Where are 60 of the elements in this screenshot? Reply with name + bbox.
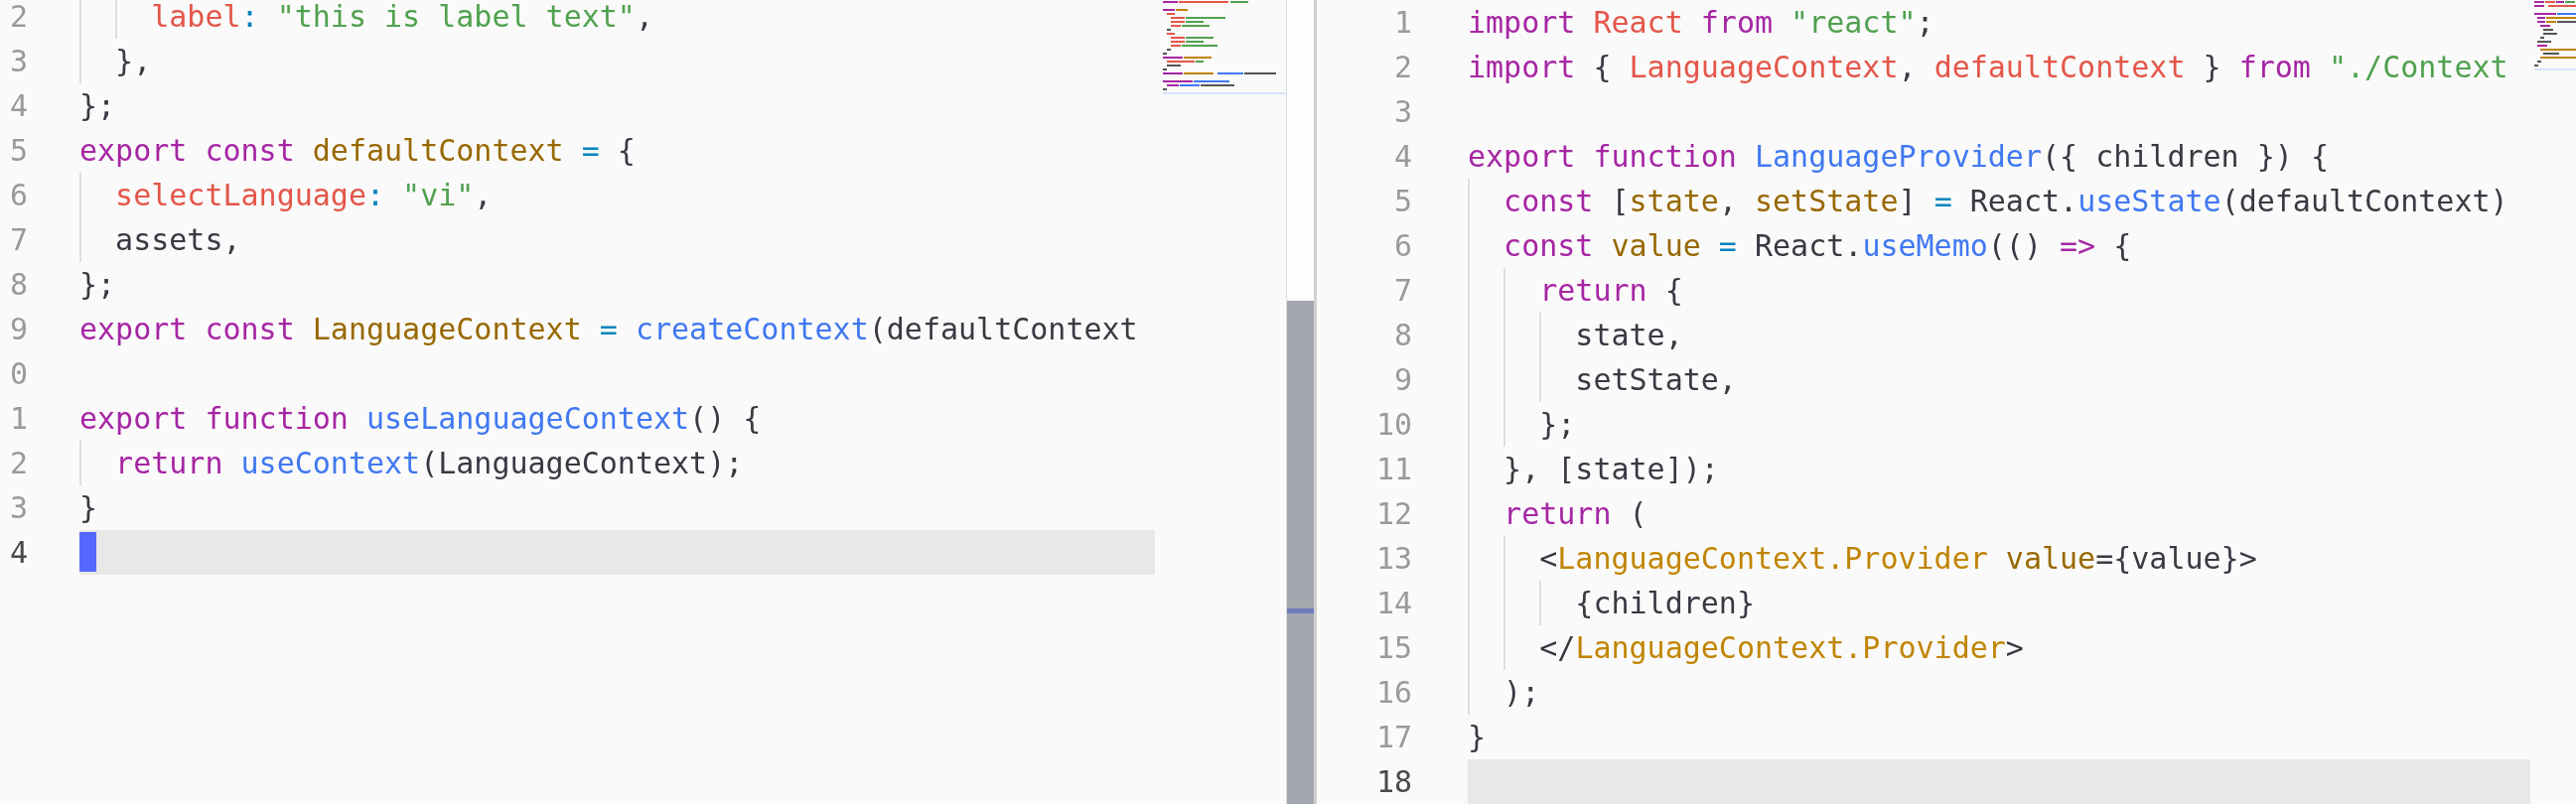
- line-number: 3: [9, 43, 28, 80]
- line-number: 2: [1393, 49, 1412, 86]
- code-line: selectLanguage: "vi",: [114, 177, 493, 214]
- line-number: 8: [1393, 317, 1412, 354]
- scrollbar-thumb[interactable]: [1287, 301, 1314, 804]
- code-line: );: [1503, 674, 1540, 712]
- code-line: assets,: [114, 221, 241, 259]
- line-number: 9: [1393, 361, 1412, 399]
- line-number: 7: [9, 221, 28, 259]
- code-line: import { LanguageContext, defaultContext } from "./Context: [1468, 49, 2508, 86]
- line-number: 5: [9, 132, 28, 170]
- code-line: export const LanguageContext = createContext(defaultContext: [79, 311, 1138, 348]
- code-line: state,: [1574, 317, 1683, 354]
- line-number: 3: [9, 489, 28, 527]
- line-number: 12: [1375, 495, 1412, 533]
- code-line: }: [1468, 719, 1487, 756]
- line-number: 2: [9, 0, 28, 36]
- code-line: };: [79, 87, 116, 125]
- line-number: 6: [9, 177, 28, 214]
- line-number: 5: [1393, 183, 1412, 220]
- line-number: 4: [1393, 138, 1412, 176]
- code-line: };: [1538, 406, 1576, 444]
- code-line: const value = React.useMemo(() => {: [1503, 227, 2132, 265]
- code-line: </LanguageContext.Provider>: [1538, 629, 2024, 667]
- line-number: 1: [1393, 4, 1412, 42]
- code-line: export function useLanguageContext() {: [79, 400, 762, 438]
- code-line: setState,: [1574, 361, 1737, 399]
- code-line: return (: [1503, 495, 1647, 533]
- code-line: export function LanguageProvider({ children }) {: [1468, 138, 2329, 176]
- line-number: 11: [1375, 451, 1412, 488]
- line-number: 15: [1375, 629, 1412, 667]
- code-line: import React from "react";: [1468, 4, 1934, 42]
- line-number: 1: [9, 400, 28, 438]
- line-number: 14: [1375, 585, 1412, 622]
- line-number: 2: [9, 445, 28, 482]
- code-line: <LanguageContext.Provider value={value}>: [1538, 540, 2257, 578]
- code-line: };: [79, 266, 116, 304]
- line-number: 17: [1375, 719, 1412, 756]
- code-line: }: [79, 489, 98, 527]
- line-number: 4: [9, 87, 28, 125]
- line-number: 3: [1393, 93, 1412, 131]
- code-line: },: [114, 43, 152, 80]
- code-line: {children}: [1574, 585, 1755, 622]
- code-line: return {: [1538, 272, 1683, 310]
- line-number: 16: [1375, 674, 1412, 712]
- line-number: 18: [1375, 763, 1412, 801]
- text-cursor: [79, 532, 96, 572]
- line-number: 0: [9, 355, 28, 393]
- line-number: 13: [1375, 540, 1412, 578]
- line-number: 6: [1393, 227, 1412, 265]
- line-number: 9: [9, 311, 28, 348]
- line-number: 7: [1393, 272, 1412, 310]
- code-line: }, [state]);: [1503, 451, 1719, 488]
- line-number: 4: [9, 534, 28, 572]
- code-line: export const defaultContext = {: [79, 132, 636, 170]
- line-number: 10: [1375, 406, 1412, 444]
- line-number: 8: [9, 266, 28, 304]
- code-line: const [state, setState] = React.useState(defaultContext): [1503, 183, 2508, 220]
- code-line: return useContext(LanguageContext);: [114, 445, 744, 482]
- code-line: label: "this is label text",: [150, 0, 653, 36]
